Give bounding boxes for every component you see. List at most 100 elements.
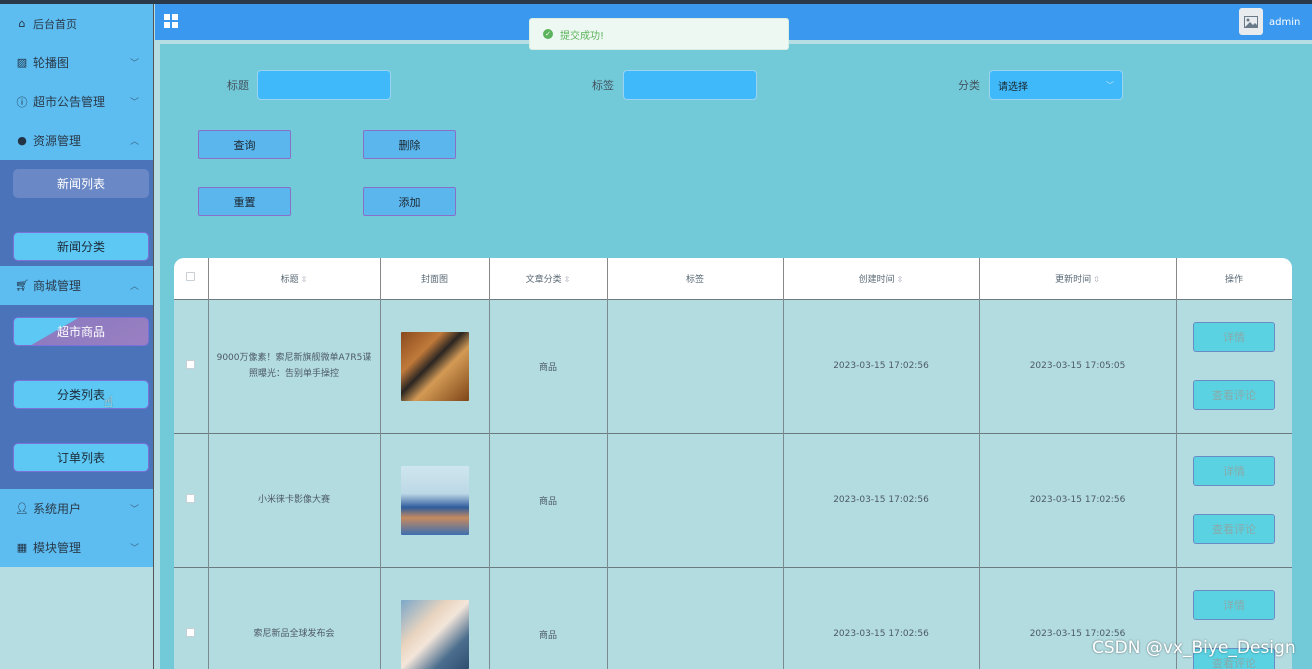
avatar[interactable] <box>1239 8 1263 35</box>
row-tag <box>607 298 784 433</box>
column-header-actions: 操作 <box>1176 258 1292 299</box>
query-button[interactable]: 查询 <box>198 130 291 159</box>
detail-button[interactable]: 详情 <box>1193 322 1275 352</box>
tag-filter-label: 标签 <box>592 79 614 92</box>
chevron-down-icon: ﹀ <box>1106 81 1114 90</box>
watermark: CSDN @vx_Biye_Design <box>1092 638 1296 658</box>
image-icon: ▨ <box>16 56 28 69</box>
check-circle-icon: ✓ <box>543 29 553 39</box>
sidebar-item-label: 后台首页 <box>33 17 77 31</box>
sidebar-item-announcements[interactable]: ⓘ 超市公告管理 ﹀ <box>0 82 153 121</box>
sidebar-item-label: 超市公告管理 <box>33 95 106 109</box>
add-button[interactable]: 添加 <box>363 187 456 216</box>
view-comments-button[interactable]: 查看评论 <box>1193 380 1275 410</box>
toast-message: 提交成功! <box>560 30 605 42</box>
menu-toggle-icon[interactable] <box>164 14 178 28</box>
row-created: 2023-03-15 17:02:56 <box>783 298 980 433</box>
row-category: 商品 <box>489 566 608 669</box>
sidebar-item-label: 轮播图 <box>33 56 70 70</box>
row-updated: 2023-03-15 17:02:56 <box>979 432 1177 567</box>
row-actions: 详情 查看评论 <box>1176 432 1292 567</box>
home-icon: ⌂ <box>18 17 26 30</box>
table-row: 9000万像素！索尼新旗舰微单A7R5谍照曝光：告别单手操控 商品 2023-0… <box>174 298 1292 433</box>
username[interactable]: admin <box>1269 17 1300 28</box>
image-placeholder-icon <box>1244 15 1258 28</box>
detail-button[interactable]: 详情 <box>1193 590 1275 621</box>
sidebar-item-category-list[interactable]: 分类列表 <box>13 380 149 409</box>
row-checkbox[interactable] <box>186 628 196 638</box>
sidebar-item-label: 系统用户 <box>33 502 82 516</box>
tag-filter-input[interactable] <box>623 70 757 100</box>
category-filter-label: 分类 <box>958 79 980 92</box>
sidebar-item-label: 商城管理 <box>33 279 82 293</box>
chevron-down-icon: ﹀ <box>129 59 139 69</box>
row-actions: 详情 查看评论 <box>1176 298 1292 433</box>
row-updated: 2023-03-15 17:05:05 <box>979 298 1177 433</box>
sidebar-item-news-category[interactable]: 新闻分类 <box>13 232 149 261</box>
sidebar-item-carousel[interactable]: ▨ 轮播图 ﹀ <box>0 43 153 82</box>
row-checkbox[interactable] <box>186 494 196 503</box>
chevron-down-icon: ﹀ <box>129 98 139 108</box>
row-title: 小米徕卡影像大赛 <box>208 432 381 567</box>
user-icon: 👤︎ <box>15 502 29 515</box>
row-checkbox[interactable] <box>186 360 196 369</box>
sort-icon: ⇳ <box>1093 274 1100 284</box>
cover-image <box>400 599 469 669</box>
sort-icon: ⇳ <box>563 274 571 284</box>
sidebar-item-order-list[interactable]: 订单列表 <box>13 443 149 472</box>
main-content: 标题 标签 分类 请选择 ﹀ 查询 删除 重置 添加 标题 ⇳ 封面图 文章分类 ⇳… <box>160 44 1312 669</box>
chevron-down-icon: ﹀ <box>129 505 139 515</box>
title-filter-label: 标题 <box>227 79 249 92</box>
chevron-up-icon: ︿ <box>129 282 139 292</box>
view-comments-button[interactable]: 查看评论 <box>1193 514 1275 544</box>
pin-icon: ● <box>17 134 27 147</box>
column-header-title[interactable]: 标题 ⇳ <box>208 258 381 299</box>
sidebar-item-system-users[interactable]: 👤︎ 系统用户 ﹀ <box>0 489 153 528</box>
cover-image <box>400 465 469 535</box>
row-created: 2023-03-15 17:02:56 <box>783 432 980 567</box>
row-select-cell <box>174 432 209 567</box>
sidebar-item-resources[interactable]: ● 资源管理 ︿ <box>0 121 153 160</box>
sort-icon: ⇳ <box>300 274 308 284</box>
table-header-row: 标题 ⇳ 封面图 文章分类 ⇳ 标签 创建时间 ⇳ 更新时间 ⇳ 操作 <box>174 258 1292 299</box>
category-select-value: 请选择 <box>998 81 1028 93</box>
resources-submenu: 新闻列表 新闻分类 <box>0 160 153 266</box>
row-select-cell <box>174 566 209 669</box>
cover-image <box>400 331 469 401</box>
grid-icon: ▦ <box>16 541 28 554</box>
sort-icon: ⇳ <box>896 274 904 284</box>
category-select[interactable]: 请选择 ﹀ <box>989 70 1123 100</box>
row-tag <box>607 432 784 567</box>
column-header-updated[interactable]: 更新时间 ⇳ <box>979 258 1177 299</box>
sidebar-item-products[interactable]: 超市商品 <box>13 317 149 346</box>
row-select-cell <box>174 298 209 433</box>
column-header-created[interactable]: 创建时间 ⇳ <box>783 258 980 299</box>
column-header-category[interactable]: 文章分类 ⇳ <box>489 258 608 299</box>
sidebar-item-label: 模块管理 <box>33 541 82 555</box>
reset-button[interactable]: 重置 <box>198 187 291 216</box>
sidebar: ⌂ 后台首页 ▨ 轮播图 ﹀ ⓘ 超市公告管理 ﹀ ● 资源管理 ︿ 新闻列表 … <box>0 4 154 669</box>
detail-button[interactable]: 详情 <box>1193 456 1275 486</box>
select-all-cell <box>174 258 209 299</box>
sidebar-item-home[interactable]: ⌂ 后台首页 <box>0 4 153 43</box>
chevron-up-icon: ︿ <box>129 137 139 147</box>
hand-cursor-icon: ☝ <box>104 393 114 411</box>
data-table: 标题 ⇳ 封面图 文章分类 ⇳ 标签 创建时间 ⇳ 更新时间 ⇳ 操作 9000万像素！… <box>174 258 1292 669</box>
sidebar-item-label: 资源管理 <box>33 134 82 148</box>
chevron-down-icon: ﹀ <box>129 544 139 554</box>
success-toast: ✓ 提交成功! <box>529 18 789 50</box>
info-icon: ⓘ <box>16 95 28 109</box>
row-category: 商品 <box>489 432 608 567</box>
select-all-checkbox[interactable] <box>186 272 196 282</box>
row-title: 9000万像素！索尼新旗舰微单A7R5谍照曝光：告别单手操控 <box>208 298 381 433</box>
sidebar-item-modules[interactable]: ▦ 模块管理 ﹀ <box>0 528 153 567</box>
row-category: 商品 <box>489 298 608 433</box>
sidebar-item-mall[interactable]: 🛒︎ 商城管理 ︿ <box>0 266 153 305</box>
row-tag <box>607 566 784 669</box>
row-cover <box>380 566 490 669</box>
title-filter-input[interactable] <box>257 70 391 100</box>
sidebar-item-news-list[interactable]: 新闻列表 <box>13 169 149 198</box>
delete-button[interactable]: 删除 <box>363 130 456 159</box>
row-created: 2023-03-15 17:02:56 <box>783 566 980 669</box>
column-header-cover: 封面图 <box>380 258 490 299</box>
